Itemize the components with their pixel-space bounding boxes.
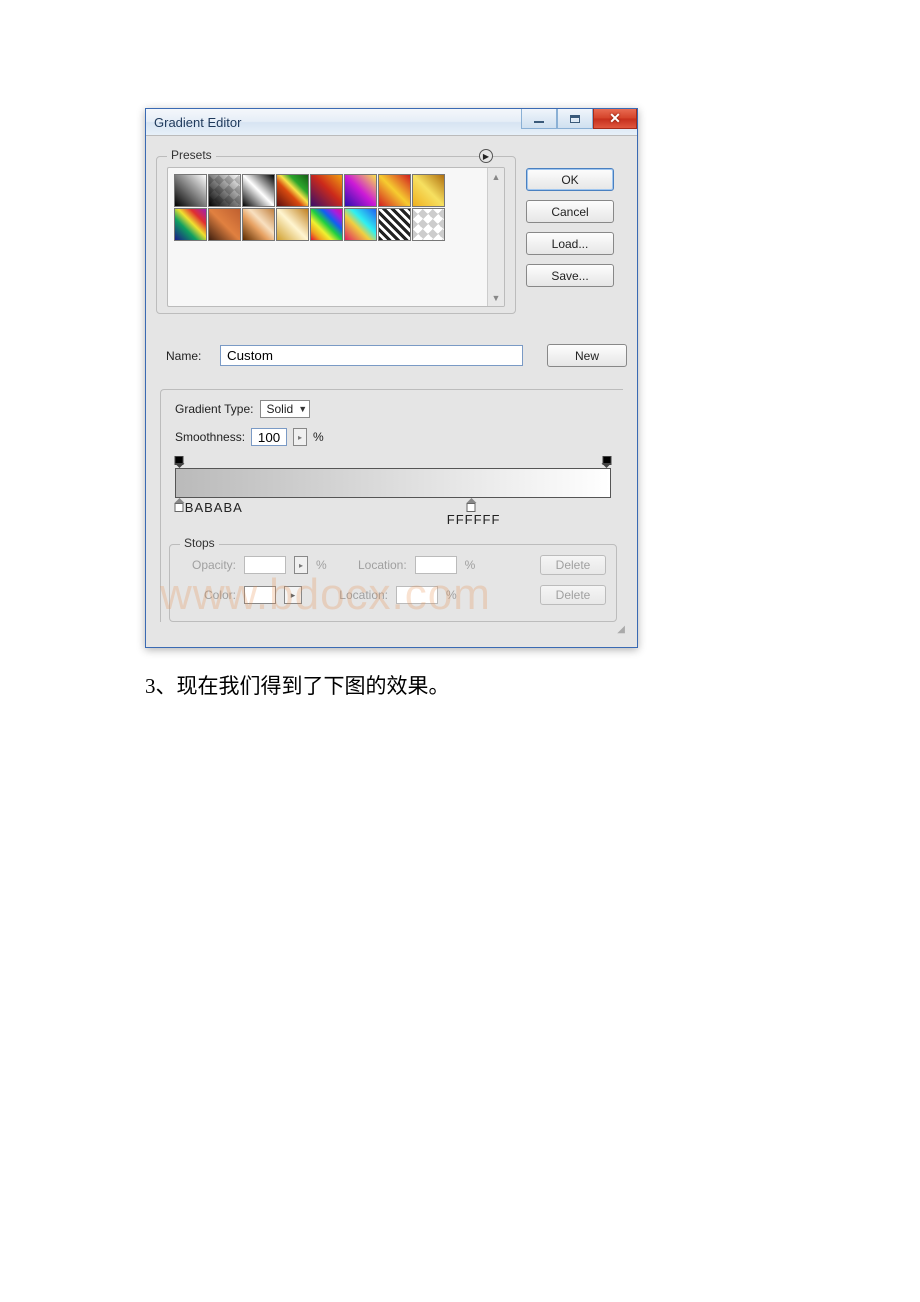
preset-swatch[interactable] xyxy=(310,174,343,207)
gradient-type-label: Gradient Type: xyxy=(175,402,254,416)
opacity-input[interactable] xyxy=(244,556,286,574)
name-label: Name: xyxy=(166,349,210,363)
load-button[interactable]: Load... xyxy=(526,232,614,255)
preset-swatch[interactable] xyxy=(208,208,241,241)
page-caption: 3、现在我们得到了下图的效果。 xyxy=(145,670,775,700)
resize-grip[interactable]: ◢ xyxy=(156,622,627,637)
cancel-button[interactable]: Cancel xyxy=(526,200,614,223)
color-location-percent: % xyxy=(446,588,457,602)
presets-fieldset: Presets ▶ xyxy=(156,156,516,314)
color-stop-row: Color: ▸ Location: % Delete xyxy=(180,585,606,605)
color-delete-button[interactable]: Delete xyxy=(540,585,606,605)
presets-legend: Presets xyxy=(167,148,216,162)
presets-flyout-button[interactable]: ▶ xyxy=(479,149,493,163)
preset-swatch[interactable] xyxy=(344,174,377,207)
minimize-button[interactable] xyxy=(521,109,557,129)
opacity-stop[interactable] xyxy=(601,456,612,467)
opacity-delete-button[interactable]: Delete xyxy=(540,555,606,575)
opacity-stop[interactable] xyxy=(174,456,185,467)
color-stop-mid[interactable] xyxy=(466,498,477,512)
gradient-editor-dialog: Gradient Editor ✕ Presets ▶ xyxy=(145,108,638,648)
preset-swatch[interactable] xyxy=(378,208,411,241)
gradient-preview-bar[interactable] xyxy=(175,468,611,498)
scroll-down-icon[interactable]: ▼ xyxy=(488,289,504,306)
opacity-location-percent: % xyxy=(465,558,476,572)
preset-swatch[interactable] xyxy=(242,174,275,207)
dialog-body: Presets ▶ xyxy=(146,136,637,647)
ok-button[interactable]: OK xyxy=(526,168,614,191)
smoothness-stepper[interactable]: ▸ xyxy=(293,428,307,446)
preset-swatch[interactable] xyxy=(344,208,377,241)
color-label: Color: xyxy=(184,588,236,602)
scroll-up-icon[interactable]: ▲ xyxy=(488,168,504,185)
window-title: Gradient Editor xyxy=(154,115,241,130)
dialog-side-buttons: OK Cancel Load... Save... xyxy=(526,168,614,287)
maximize-button[interactable] xyxy=(557,109,593,129)
name-input[interactable] xyxy=(220,345,523,366)
presets-list: ▲ ▼ xyxy=(167,167,505,307)
opacity-stops-track[interactable] xyxy=(175,456,611,468)
titlebar: Gradient Editor ✕ xyxy=(146,109,637,136)
chevron-down-icon: ▼ xyxy=(298,404,307,414)
color-picker-flyout[interactable]: ▸ xyxy=(284,586,302,604)
preset-swatch[interactable] xyxy=(174,208,207,241)
opacity-percent: % xyxy=(316,558,327,572)
preset-swatch[interactable] xyxy=(174,174,207,207)
preset-swatch[interactable] xyxy=(242,208,275,241)
opacity-stepper[interactable]: ▸ xyxy=(294,556,308,574)
preset-swatch[interactable] xyxy=(378,174,411,207)
preset-swatch[interactable] xyxy=(276,174,309,207)
presets-scrollbar[interactable]: ▲ ▼ xyxy=(487,168,504,306)
gradient-type-row: Gradient Type: Solid ▼ xyxy=(169,400,617,418)
preset-swatch[interactable] xyxy=(412,174,445,207)
gradient-editor-area: BABABA FFFFFF xyxy=(169,456,617,512)
save-button[interactable]: Save... xyxy=(526,264,614,287)
opacity-location-input[interactable] xyxy=(415,556,457,574)
color-stop-label-mid: FFFFFF xyxy=(447,512,501,527)
opacity-location-label: Location: xyxy=(355,558,407,572)
color-location-label: Location: xyxy=(336,588,388,602)
gradient-settings: Gradient Type: Solid ▼ Smoothness: ▸ % xyxy=(156,385,627,622)
gradient-type-select[interactable]: Solid ▼ xyxy=(260,400,311,418)
close-button[interactable]: ✕ xyxy=(593,109,637,129)
color-stop-label-left: BABABA xyxy=(185,500,243,515)
preset-swatch[interactable] xyxy=(208,174,241,207)
preset-swatch[interactable] xyxy=(412,208,445,241)
smoothness-row: Smoothness: ▸ % xyxy=(169,428,617,446)
name-row: Name: New xyxy=(166,344,627,367)
window-controls: ✕ xyxy=(521,109,637,129)
smoothness-percent: % xyxy=(313,430,324,444)
color-location-input[interactable] xyxy=(396,586,438,604)
presets-swatch-area xyxy=(168,168,487,306)
stops-fieldset: Stops Opacity: ▸ % Location: % Delete xyxy=(169,544,617,622)
opacity-label: Opacity: xyxy=(184,558,236,572)
opacity-stop-row: Opacity: ▸ % Location: % Delete xyxy=(180,555,606,575)
preset-swatch[interactable] xyxy=(310,208,343,241)
color-swatch-button[interactable] xyxy=(244,586,276,604)
gradient-type-value: Solid xyxy=(267,402,294,416)
preset-swatch[interactable] xyxy=(276,208,309,241)
smoothness-input[interactable] xyxy=(251,428,287,446)
smoothness-label: Smoothness: xyxy=(175,430,245,444)
new-button[interactable]: New xyxy=(547,344,627,367)
color-stop-left[interactable] xyxy=(174,498,185,512)
stops-legend: Stops xyxy=(180,536,219,550)
